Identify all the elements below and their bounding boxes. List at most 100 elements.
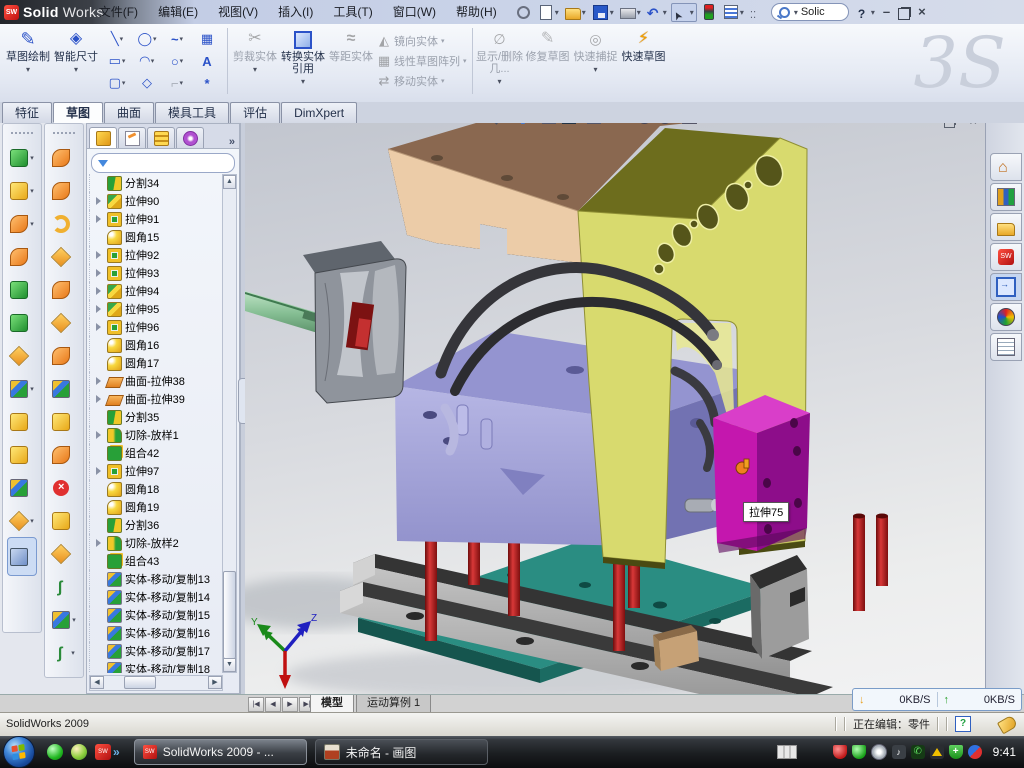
expand-arrow-icon[interactable] [96,431,104,439]
feature-tree-item[interactable]: 实体-移动/复制18 [89,660,223,673]
view-selector-icon[interactable]: ▾ [521,123,536,124]
feature-tree-item[interactable]: 拉伸95 [89,300,223,318]
feature-tree-item[interactable]: 圆角15 [89,228,223,246]
menu-item[interactable]: 文件(F) [89,0,148,24]
tab-scroll-icon[interactable]: ◀ [265,697,281,712]
view-orientation-icon[interactable]: ▾ [587,123,606,124]
feature-tree-item[interactable]: 实体-移动/复制15 [89,606,223,624]
expand-arrow-icon[interactable] [96,305,104,313]
sketch-entity-button[interactable]: ~ ▾ [162,28,192,50]
new-document-icon[interactable]: ▾ [536,4,561,21]
file-explorer-icon[interactable] [990,213,1022,241]
feature-tree-item[interactable]: 组合43 [89,552,223,570]
volume-icon[interactable] [892,745,906,759]
tree-horizontal-scrollbar[interactable]: ◀ ▶ [89,675,223,691]
command-button[interactable]: 显示/删除几... ▾ [476,26,524,95]
feature-tree-item[interactable]: 实体-移动/复制17 [89,642,223,660]
safety-shield-icon[interactable] [949,745,963,759]
feature-tool-button[interactable]: ▾ [52,207,76,240]
tree-filter-box[interactable] [91,153,235,173]
expand-arrow-icon[interactable] [96,395,104,403]
sketch-entity-button[interactable]: ▭ ▾ [102,50,132,72]
feature-tool-button[interactable]: ▾ [52,273,76,306]
graphics-viewport[interactable]: Y Z X ▾ ▾ [245,123,985,694]
feature-tree-item[interactable]: 分割34 [89,174,223,192]
doc-restore-button[interactable] [944,123,955,128]
featuremanager-tab[interactable] [89,127,117,148]
search-box[interactable]: ▾ Solic [771,3,849,21]
feature-tree-item[interactable]: 实体-移动/复制13 [89,570,223,588]
help-button[interactable]: ▾ [853,4,877,21]
feature-tree-item[interactable]: 实体-移动/复制14 [89,588,223,606]
feature-tool-button[interactable]: ▾ [7,537,37,576]
taskbar-task-button[interactable]: SW SolidWorks 2009 - ... [134,739,307,765]
scroll-up-icon[interactable]: ▲ [223,175,236,189]
sketch-entity-button[interactable]: A ▾ [192,50,222,72]
command-button[interactable]: 等距实体 ▾ [327,26,375,95]
save-icon[interactable]: ▾ [590,3,616,22]
edit-appearance-icon[interactable]: ▾ [637,123,652,124]
feature-tool-button[interactable]: ▾ [52,339,76,372]
feature-tree-item[interactable]: 圆角17 [89,354,223,372]
appearances-icon[interactable] [990,303,1022,331]
command-button[interactable]: 快速捕捉 ▾ [572,26,620,95]
feature-tree-item[interactable]: 曲面-拉伸38 [89,372,223,390]
ribbon-tab[interactable]: 草图 [53,102,103,123]
ribbon-tab[interactable]: 评估 [230,102,280,123]
command-button[interactable]: 转换实体引用 ▾ [279,26,327,95]
feature-tree-item[interactable]: 拉伸91 [89,210,223,228]
sketch-entity-button[interactable]: * ▾ [192,72,222,94]
expand-arrow-icon[interactable] [96,197,104,205]
messenger-quicklaunch-icon[interactable] [47,744,63,760]
start-button[interactable] [3,736,35,768]
ribbon-tab[interactable]: 模具工具 [155,102,229,123]
custom-properties-icon[interactable] [990,333,1022,361]
feature-tree-item[interactable]: 拉伸94 [89,282,223,300]
sketch-entity-button[interactable]: ▦ ▾ [192,28,222,50]
sketch-entity-button[interactable]: ╲ ▾ [102,28,132,50]
feature-tool-button[interactable]: ▾ [10,471,34,504]
feature-tool-button[interactable]: ▾ [10,438,34,471]
feature-tree-item[interactable]: 曲面-拉伸39 [89,390,223,408]
sketch-entity-button[interactable]: ○ ▾ [162,50,192,72]
doc-close-button[interactable]: × [969,123,977,128]
command-button[interactable]: 镜向实体 ▾ [377,32,467,50]
menu-item[interactable]: 视图(V) [208,0,268,24]
pin-icon[interactable] [513,3,534,22]
expand-arrow-icon[interactable] [96,215,104,223]
feature-tree-item[interactable]: 实体-移动/复制16 [89,624,223,642]
menu-item[interactable]: 窗口(W) [383,0,446,24]
scrollbar-thumb[interactable] [124,676,156,689]
sketch-entity-button[interactable]: ◇ ▾ [132,72,162,94]
command-button[interactable]: 快速草图 ▾ [620,26,668,95]
doc-minimize-button[interactable]: – [923,123,930,128]
scroll-left-icon[interactable]: ◀ [90,676,104,689]
antivirus-icon[interactable] [833,745,847,759]
command-button[interactable]: 草图绘制 ▾ [4,26,52,95]
quick-launch-overflow-icon[interactable]: » [113,745,120,759]
minimize-button[interactable]: – [883,3,890,21]
feature-tool-button[interactable]: ▾ [53,570,75,603]
feature-tool-button[interactable]: ▾ [10,273,34,306]
propertymanager-tab[interactable] [118,127,146,148]
display-style-icon[interactable]: ▾ [562,123,581,124]
feature-tool-button[interactable]: ▾ [10,240,34,273]
expand-arrow-icon[interactable] [96,377,104,385]
solidworks-resources-icon[interactable]: SW [990,243,1022,271]
feature-tool-button[interactable]: ▾ [10,141,34,174]
feature-tree-item[interactable]: 分割36 [89,516,223,534]
menu-item[interactable]: 工具(T) [323,0,382,24]
sketch-entity-button[interactable]: ◯ ▾ [132,28,162,50]
command-button[interactable]: 线性草图阵列 ▾ [377,52,467,70]
feature-tree-item[interactable]: 拉伸92 [89,246,223,264]
menu-item[interactable]: 编辑(E) [148,0,208,24]
search-input[interactable]: Solic [801,6,841,18]
feature-tool-button[interactable]: ▾ [52,306,76,339]
command-button[interactable]: 修复草图 ▾ [524,26,572,95]
sketch-entity-button[interactable]: ▢ ▾ [102,72,132,94]
feature-tree-item[interactable]: 切除-放样2 [89,534,223,552]
feature-tool-button[interactable]: ▾ [52,372,76,405]
undo-icon[interactable]: ▾ [645,4,669,21]
feature-tool-button[interactable]: ▾ [52,141,76,174]
section-view-icon[interactable]: ▾ [542,123,556,124]
